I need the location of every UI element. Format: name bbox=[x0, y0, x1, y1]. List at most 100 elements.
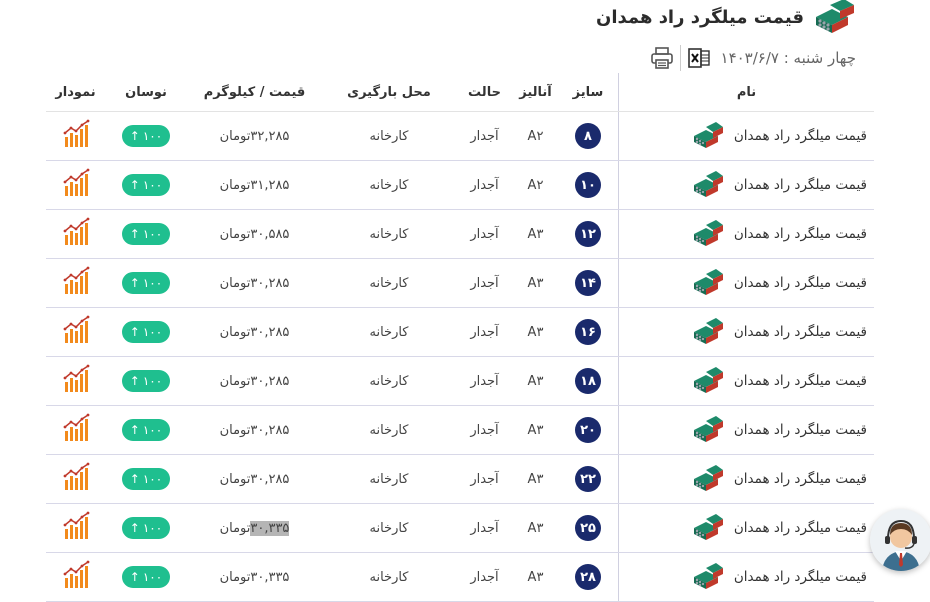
steel-bundle-icon bbox=[694, 269, 723, 295]
change-value: ۱۰۰ bbox=[142, 423, 163, 437]
product-name[interactable]: قیمت میلگرد راد همدان bbox=[734, 422, 867, 438]
cell-state: آجدار bbox=[456, 356, 513, 406]
column-header-analysis: آنالیز bbox=[513, 73, 558, 112]
cell-name: قیمت میلگرد راد همدان bbox=[618, 552, 874, 602]
date-label: چهار شنبه : ۱۴۰۳/۶/۷ bbox=[720, 49, 856, 67]
cell-chart bbox=[46, 258, 105, 308]
change-value: ۱۰۰ bbox=[142, 570, 163, 584]
cell-analysis: A۳ bbox=[513, 209, 558, 259]
change-badge: ↑ ۱۰۰ bbox=[122, 174, 170, 196]
column-header-chart: نمودار bbox=[46, 73, 105, 112]
product-name[interactable]: قیمت میلگرد راد همدان bbox=[734, 520, 867, 536]
product-name[interactable]: قیمت میلگرد راد همدان bbox=[734, 226, 867, 242]
toolbar-divider bbox=[679, 45, 681, 71]
cell-state: آجدار bbox=[456, 552, 513, 602]
cell-change: ↑ ۱۰۰ bbox=[105, 356, 187, 406]
cell-change: ↑ ۱۰۰ bbox=[105, 454, 187, 504]
column-header-change: نوسان bbox=[105, 73, 187, 112]
table-row: قیمت میلگرد راد همدان ۱۸ A۳ آجدار کارخان… bbox=[46, 356, 874, 406]
product-name[interactable]: قیمت میلگرد راد همدان bbox=[734, 373, 867, 389]
table-row: قیمت میلگرد راد همدان ۲۵ A۳ آجدار کارخان… bbox=[46, 503, 874, 553]
column-header-price: قیمت / کیلوگرم bbox=[187, 73, 322, 112]
cell-analysis: A۳ bbox=[513, 454, 558, 504]
bar-chart-icon[interactable] bbox=[61, 364, 91, 394]
price-value: ۳۰,۳۳۵ bbox=[250, 569, 290, 585]
price-unit: تومان bbox=[219, 275, 251, 291]
cell-chart bbox=[46, 111, 105, 161]
bar-chart-icon[interactable] bbox=[61, 168, 91, 198]
arrow-up-icon: ↑ bbox=[129, 570, 140, 584]
size-badge: ۲۵ bbox=[575, 515, 601, 541]
price-unit: تومان bbox=[219, 569, 251, 585]
product-name[interactable]: قیمت میلگرد راد همدان bbox=[734, 275, 867, 291]
bar-chart-icon[interactable] bbox=[61, 511, 91, 541]
change-value: ۱۰۰ bbox=[142, 178, 163, 192]
table-row: قیمت میلگرد راد همدان ۱۶ A۳ آجدار کارخان… bbox=[46, 307, 874, 357]
cell-name: قیمت میلگرد راد همدان bbox=[618, 356, 874, 406]
cell-chart bbox=[46, 209, 105, 259]
cell-analysis: A۲ bbox=[513, 160, 558, 210]
cell-size: ۱۸ bbox=[558, 356, 619, 406]
bar-chart-icon[interactable] bbox=[61, 266, 91, 296]
product-name[interactable]: قیمت میلگرد راد همدان bbox=[734, 324, 867, 340]
size-badge: ۱۸ bbox=[575, 368, 601, 394]
cell-change: ↑ ۱۰۰ bbox=[105, 111, 187, 161]
printer-icon[interactable] bbox=[650, 46, 674, 70]
bar-chart-icon[interactable] bbox=[61, 560, 91, 590]
product-name[interactable]: قیمت میلگرد راد همدان bbox=[734, 471, 867, 487]
excel-icon[interactable] bbox=[687, 46, 711, 70]
cell-chart bbox=[46, 405, 105, 455]
table-row: قیمت میلگرد راد همدان ۸ A۲ آجدار کارخانه… bbox=[46, 111, 874, 161]
steel-bundle-logo-icon bbox=[816, 0, 854, 33]
arrow-up-icon: ↑ bbox=[129, 129, 140, 143]
bar-chart-icon[interactable] bbox=[61, 413, 91, 443]
cell-place: کارخانه bbox=[322, 307, 456, 357]
price-value: ۳۱,۲۸۵ bbox=[250, 177, 290, 193]
size-badge: ۲۰ bbox=[575, 417, 601, 443]
cell-price: ۳۱,۲۸۵تومان bbox=[187, 160, 322, 210]
cell-place: کارخانه bbox=[322, 209, 456, 259]
price-unit: تومان bbox=[219, 128, 251, 144]
bar-chart-icon[interactable] bbox=[61, 462, 91, 492]
cell-size: ۲۰ bbox=[558, 405, 619, 455]
cell-place: کارخانه bbox=[322, 111, 456, 161]
change-value: ۱۰۰ bbox=[142, 472, 163, 486]
bar-chart-icon[interactable] bbox=[61, 315, 91, 345]
cell-size: ۲۵ bbox=[558, 503, 619, 553]
size-badge: ۲۸ bbox=[575, 564, 601, 590]
change-badge: ↑ ۱۰۰ bbox=[122, 223, 170, 245]
bar-chart-icon[interactable] bbox=[61, 119, 91, 149]
cell-size: ۱۲ bbox=[558, 209, 619, 259]
cell-price: ۳۰,۲۸۵تومان bbox=[187, 405, 322, 455]
price-table: نام سایز آنالیز حالت محل بارگیری قیمت / … bbox=[46, 73, 874, 602]
cell-place: کارخانه bbox=[322, 356, 456, 406]
cell-name: قیمت میلگرد راد همدان bbox=[618, 209, 874, 259]
arrow-up-icon: ↑ bbox=[129, 472, 140, 486]
change-value: ۱۰۰ bbox=[142, 129, 163, 143]
cell-change: ↑ ۱۰۰ bbox=[105, 160, 187, 210]
support-chat-button[interactable] bbox=[870, 509, 930, 571]
product-name[interactable]: قیمت میلگرد راد همدان bbox=[734, 177, 867, 193]
change-badge: ↑ ۱۰۰ bbox=[122, 272, 170, 294]
cell-price: ۳۲,۲۸۵تومان bbox=[187, 111, 322, 161]
cell-chart bbox=[46, 160, 105, 210]
cell-analysis: A۳ bbox=[513, 552, 558, 602]
cell-size: ۱۶ bbox=[558, 307, 619, 357]
cell-place: کارخانه bbox=[322, 552, 456, 602]
cell-size: ۲۲ bbox=[558, 454, 619, 504]
price-value: ۳۰,۲۸۵ bbox=[250, 324, 290, 340]
product-name[interactable]: قیمت میلگرد راد همدان bbox=[734, 569, 867, 585]
arrow-up-icon: ↑ bbox=[129, 227, 140, 241]
export-tools bbox=[650, 45, 711, 71]
cell-chart bbox=[46, 552, 105, 602]
bar-chart-icon[interactable] bbox=[61, 217, 91, 247]
product-name[interactable]: قیمت میلگرد راد همدان bbox=[734, 128, 867, 144]
cell-analysis: A۳ bbox=[513, 405, 558, 455]
size-badge: ۱۲ bbox=[575, 221, 601, 247]
cell-state: آجدار bbox=[456, 258, 513, 308]
price-value: ۳۲,۲۸۵ bbox=[250, 128, 290, 144]
price-value: ۳۰,۲۸۵ bbox=[250, 471, 290, 487]
table-row: قیمت میلگرد راد همدان ۲۸ A۳ آجدار کارخان… bbox=[46, 552, 874, 602]
cell-name: قیمت میلگرد راد همدان bbox=[618, 307, 874, 357]
page-title: قیمت میلگرد راد همدان bbox=[595, 6, 804, 28]
